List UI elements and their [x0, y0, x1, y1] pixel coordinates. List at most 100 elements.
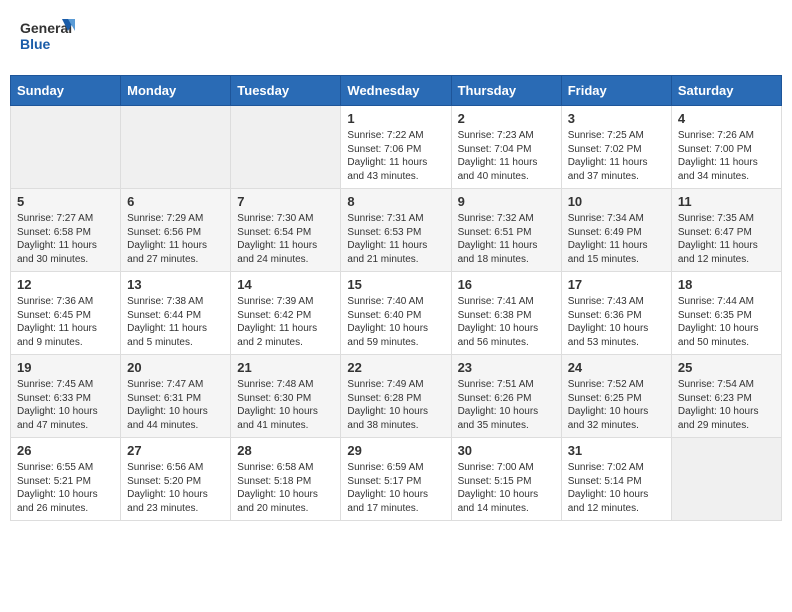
- calendar-cell-day-12: 12 Sunrise: 7:36 AM Sunset: 6:45 PM Dayli…: [11, 272, 121, 355]
- cell-content: Sunrise: 7:43 AM Sunset: 6:36 PM Dayligh…: [568, 295, 665, 349]
- page-header: GeneralBlue: [10, 10, 782, 65]
- cell-content: Sunrise: 7:00 AM Sunset: 5:15 PM Dayligh…: [458, 461, 555, 515]
- calendar-week-row: 26Sunrise: 6:55 AM Sunset: 5:21 PM Dayli…: [11, 438, 782, 521]
- calendar-cell-day-14: 14 Sunrise: 7:39 AM Sunset: 6:42 PM Dayli…: [231, 272, 341, 355]
- calendar-week-row: 19 Sunrise: 7:45 AM Sunset: 6:33 PM Dayli…: [11, 355, 782, 438]
- calendar-cell-day-17: 17 Sunrise: 7:43 AM Sunset: 6:36 PM Dayli…: [561, 272, 671, 355]
- cell-content: Sunrise: 7:29 AM Sunset: 6:56 PM Dayligh…: [127, 212, 224, 266]
- calendar-week-row: 1 Sunrise: 7:22 AM Sunset: 7:06 PM Daylig…: [11, 106, 782, 189]
- logo-svg: GeneralBlue: [20, 15, 75, 60]
- cell-content: Sunrise: 7:34 AM Sunset: 6:49 PM Dayligh…: [568, 212, 665, 266]
- cell-content: Sunrise: 7:48 AM Sunset: 6:30 PM Dayligh…: [237, 378, 334, 432]
- day-number: 18: [678, 277, 775, 292]
- calendar-cell-day-24: 24 Sunrise: 7:52 AM Sunset: 6:25 PM Dayli…: [561, 355, 671, 438]
- calendar-cell-day-5: 5 Sunrise: 7:27 AM Sunset: 6:58 PM Daylig…: [11, 189, 121, 272]
- cell-content: Sunrise: 7:36 AM Sunset: 6:45 PM Dayligh…: [17, 295, 114, 349]
- day-number: 27: [127, 443, 224, 458]
- cell-content: Sunrise: 7:47 AM Sunset: 6:31 PM Dayligh…: [127, 378, 224, 432]
- calendar-header-row: SundayMondayTuesdayWednesdayThursdayFrid…: [11, 76, 782, 106]
- day-number: 3: [568, 111, 665, 126]
- calendar-cell-day-11: 11Sunrise: 7:35 AM Sunset: 6:47 PM Dayli…: [671, 189, 781, 272]
- calendar-table: SundayMondayTuesdayWednesdayThursdayFrid…: [10, 75, 782, 521]
- day-number: 24: [568, 360, 665, 375]
- cell-content: Sunrise: 6:56 AM Sunset: 5:20 PM Dayligh…: [127, 461, 224, 515]
- day-number: 11: [678, 194, 775, 209]
- header-thursday: Thursday: [451, 76, 561, 106]
- calendar-cell-day-10: 10 Sunrise: 7:34 AM Sunset: 6:49 PM Dayli…: [561, 189, 671, 272]
- logo: GeneralBlue: [20, 15, 75, 60]
- cell-content: Sunrise: 7:32 AM Sunset: 6:51 PM Dayligh…: [458, 212, 555, 266]
- calendar-cell-day-18: 18 Sunrise: 7:44 AM Sunset: 6:35 PM Dayli…: [671, 272, 781, 355]
- calendar-cell-empty: [121, 106, 231, 189]
- cell-content: Sunrise: 7:49 AM Sunset: 6:28 PM Dayligh…: [347, 378, 444, 432]
- calendar-cell-empty: [11, 106, 121, 189]
- day-number: 14: [237, 277, 334, 292]
- day-number: 5: [17, 194, 114, 209]
- calendar-cell-day-26: 26Sunrise: 6:55 AM Sunset: 5:21 PM Dayli…: [11, 438, 121, 521]
- day-number: 30: [458, 443, 555, 458]
- cell-content: Sunrise: 7:52 AM Sunset: 6:25 PM Dayligh…: [568, 378, 665, 432]
- cell-content: Sunrise: 7:54 AM Sunset: 6:23 PM Dayligh…: [678, 378, 775, 432]
- calendar-cell-day-29: 29 Sunrise: 6:59 AM Sunset: 5:17 PM Dayli…: [341, 438, 451, 521]
- day-number: 13: [127, 277, 224, 292]
- calendar-cell-day-8: 8Sunrise: 7:31 AM Sunset: 6:53 PM Daylig…: [341, 189, 451, 272]
- day-number: 6: [127, 194, 224, 209]
- day-number: 12: [17, 277, 114, 292]
- calendar-cell-empty: [231, 106, 341, 189]
- calendar-cell-day-13: 13Sunrise: 7:38 AM Sunset: 6:44 PM Dayli…: [121, 272, 231, 355]
- svg-text:Blue: Blue: [20, 36, 51, 52]
- calendar-cell-day-27: 27 Sunrise: 6:56 AM Sunset: 5:20 PM Dayli…: [121, 438, 231, 521]
- header-saturday: Saturday: [671, 76, 781, 106]
- calendar-cell-day-4: 4 Sunrise: 7:26 AM Sunset: 7:00 PM Daylig…: [671, 106, 781, 189]
- day-number: 20: [127, 360, 224, 375]
- calendar-cell-day-22: 22 Sunrise: 7:49 AM Sunset: 6:28 PM Dayli…: [341, 355, 451, 438]
- cell-content: Sunrise: 7:27 AM Sunset: 6:58 PM Dayligh…: [17, 212, 114, 266]
- calendar-cell-day-28: 28 Sunrise: 6:58 AM Sunset: 5:18 PM Dayli…: [231, 438, 341, 521]
- calendar-cell-day-31: 31Sunrise: 7:02 AM Sunset: 5:14 PM Dayli…: [561, 438, 671, 521]
- cell-content: Sunrise: 6:58 AM Sunset: 5:18 PM Dayligh…: [237, 461, 334, 515]
- day-number: 16: [458, 277, 555, 292]
- day-number: 28: [237, 443, 334, 458]
- day-number: 1: [347, 111, 444, 126]
- day-number: 8: [347, 194, 444, 209]
- calendar-cell-day-2: 2Sunrise: 7:23 AM Sunset: 7:04 PM Daylig…: [451, 106, 561, 189]
- calendar-cell-day-1: 1 Sunrise: 7:22 AM Sunset: 7:06 PM Daylig…: [341, 106, 451, 189]
- day-number: 9: [458, 194, 555, 209]
- day-number: 22: [347, 360, 444, 375]
- header-wednesday: Wednesday: [341, 76, 451, 106]
- calendar-cell-day-23: 23 Sunrise: 7:51 AM Sunset: 6:26 PM Dayli…: [451, 355, 561, 438]
- cell-content: Sunrise: 7:45 AM Sunset: 6:33 PM Dayligh…: [17, 378, 114, 432]
- day-number: 17: [568, 277, 665, 292]
- calendar-cell-empty: [671, 438, 781, 521]
- day-number: 29: [347, 443, 444, 458]
- day-number: 10: [568, 194, 665, 209]
- calendar-cell-day-15: 15 Sunrise: 7:40 AM Sunset: 6:40 PM Dayli…: [341, 272, 451, 355]
- header-tuesday: Tuesday: [231, 76, 341, 106]
- cell-content: Sunrise: 7:39 AM Sunset: 6:42 PM Dayligh…: [237, 295, 334, 349]
- cell-content: Sunrise: 6:59 AM Sunset: 5:17 PM Dayligh…: [347, 461, 444, 515]
- calendar-cell-day-7: 7Sunrise: 7:30 AM Sunset: 6:54 PM Daylig…: [231, 189, 341, 272]
- cell-content: Sunrise: 7:41 AM Sunset: 6:38 PM Dayligh…: [458, 295, 555, 349]
- calendar-week-row: 5 Sunrise: 7:27 AM Sunset: 6:58 PM Daylig…: [11, 189, 782, 272]
- cell-content: Sunrise: 7:40 AM Sunset: 6:40 PM Dayligh…: [347, 295, 444, 349]
- header-monday: Monday: [121, 76, 231, 106]
- day-number: 25: [678, 360, 775, 375]
- calendar-cell-day-21: 21Sunrise: 7:48 AM Sunset: 6:30 PM Dayli…: [231, 355, 341, 438]
- calendar-cell-day-30: 30 Sunrise: 7:00 AM Sunset: 5:15 PM Dayli…: [451, 438, 561, 521]
- calendar-cell-day-19: 19 Sunrise: 7:45 AM Sunset: 6:33 PM Dayli…: [11, 355, 121, 438]
- cell-content: Sunrise: 6:55 AM Sunset: 5:21 PM Dayligh…: [17, 461, 114, 515]
- header-sunday: Sunday: [11, 76, 121, 106]
- day-number: 7: [237, 194, 334, 209]
- calendar-week-row: 12 Sunrise: 7:36 AM Sunset: 6:45 PM Dayli…: [11, 272, 782, 355]
- day-number: 31: [568, 443, 665, 458]
- day-number: 4: [678, 111, 775, 126]
- cell-content: Sunrise: 7:44 AM Sunset: 6:35 PM Dayligh…: [678, 295, 775, 349]
- day-number: 15: [347, 277, 444, 292]
- cell-content: Sunrise: 7:26 AM Sunset: 7:00 PM Dayligh…: [678, 129, 775, 183]
- day-number: 23: [458, 360, 555, 375]
- cell-content: Sunrise: 7:51 AM Sunset: 6:26 PM Dayligh…: [458, 378, 555, 432]
- cell-content: Sunrise: 7:25 AM Sunset: 7:02 PM Dayligh…: [568, 129, 665, 183]
- day-number: 19: [17, 360, 114, 375]
- cell-content: Sunrise: 7:22 AM Sunset: 7:06 PM Dayligh…: [347, 129, 444, 183]
- cell-content: Sunrise: 7:23 AM Sunset: 7:04 PM Dayligh…: [458, 129, 555, 183]
